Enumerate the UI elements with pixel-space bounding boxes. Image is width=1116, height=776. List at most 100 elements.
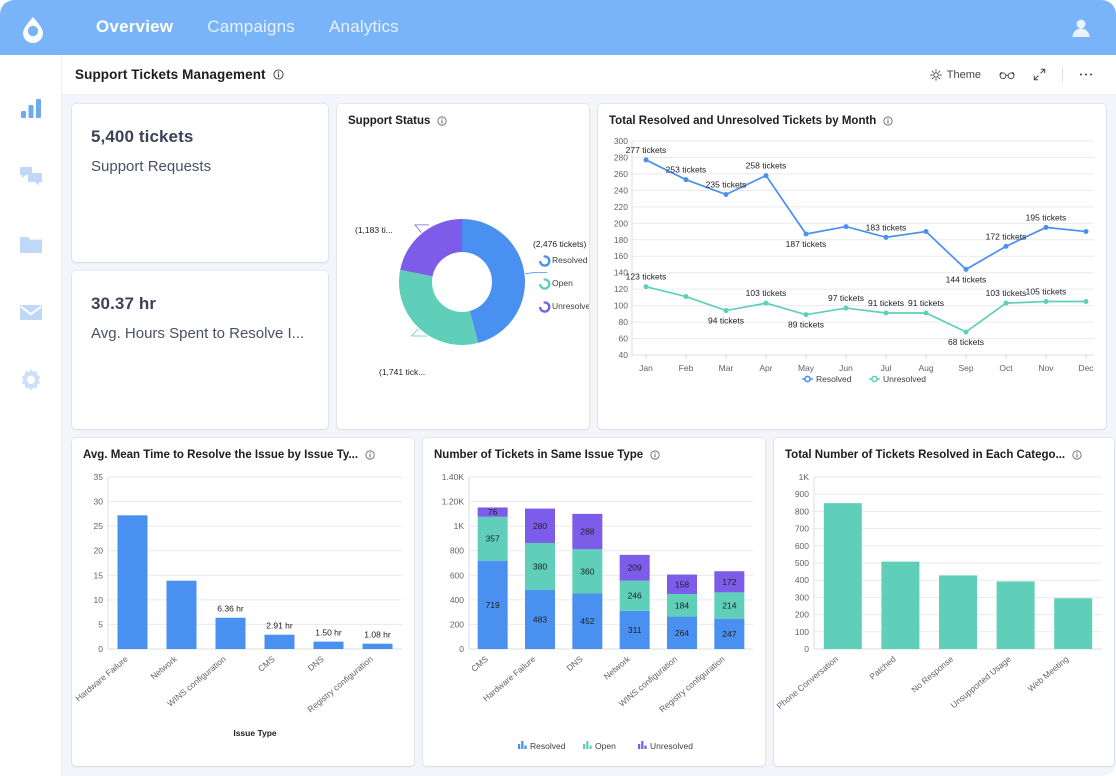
resolved-category-bar-chart[interactable]: 0 100 200 300 400 500 600 700 800 900 1K Phone Conv… bbox=[774, 461, 1114, 761]
data-point[interactable] bbox=[883, 310, 889, 316]
data-point[interactable] bbox=[1083, 299, 1089, 304]
chart-info-icon[interactable] bbox=[437, 116, 448, 126]
data-point[interactable] bbox=[1003, 300, 1009, 306]
chart-info-icon[interactable] bbox=[650, 450, 660, 460]
donut-slice-unresolved[interactable] bbox=[400, 219, 462, 277]
more-options-icon bbox=[1079, 73, 1093, 76]
bar[interactable] bbox=[1054, 598, 1093, 649]
y-tick-label: 600 bbox=[450, 570, 464, 580]
sidebar-item-messages[interactable] bbox=[16, 161, 46, 191]
bar[interactable] bbox=[264, 634, 295, 649]
y-tick-label: 700 bbox=[795, 524, 809, 534]
more-options-button[interactable] bbox=[1070, 68, 1102, 81]
data-point[interactable] bbox=[883, 234, 889, 240]
bar[interactable] bbox=[117, 515, 148, 649]
data-point[interactable] bbox=[1003, 243, 1009, 249]
mean-time-bar-chart[interactable]: 0 5 10 15 20 25 30 35 Hardware Failure Network 6.3… bbox=[72, 461, 414, 761]
theme-button[interactable]: Theme bbox=[921, 65, 990, 85]
title-info-icon[interactable] bbox=[273, 69, 284, 80]
app-logo[interactable] bbox=[0, 13, 66, 43]
bar[interactable] bbox=[823, 503, 862, 649]
y-tick-label: 160 bbox=[614, 251, 628, 261]
tab-campaigns[interactable]: Campaigns bbox=[207, 17, 295, 39]
data-label: 719 bbox=[486, 600, 500, 610]
y-tick-label: 60 bbox=[619, 334, 629, 344]
support-status-donut[interactable]: (2,476 tickets) (46%) (1,741 tick... (1,18… bbox=[337, 127, 612, 417]
stacked-legend-item[interactable]: Resolved bbox=[518, 741, 566, 751]
data-point[interactable] bbox=[803, 312, 809, 318]
data-point[interactable] bbox=[763, 300, 769, 306]
data-point[interactable] bbox=[1043, 224, 1049, 230]
y-tick-label: 1K bbox=[454, 521, 465, 531]
data-label: 311 bbox=[628, 625, 642, 635]
chart-info-icon[interactable] bbox=[1072, 450, 1082, 460]
bar[interactable] bbox=[166, 580, 197, 649]
chart-title-text: Total Resolved and Unresolved Tickets by… bbox=[609, 115, 877, 127]
chart-title: Total Resolved and Unresolved Tickets by… bbox=[598, 104, 1106, 127]
x-tick-label: Jun bbox=[839, 363, 853, 373]
x-tick-label: CMS bbox=[256, 654, 277, 674]
user-avatar[interactable] bbox=[1068, 15, 1094, 41]
line-series-resolved[interactable] bbox=[645, 159, 1087, 271]
stacked-legend-item[interactable]: Unresolved bbox=[638, 741, 693, 751]
data-point[interactable] bbox=[843, 305, 849, 311]
data-point[interactable] bbox=[1083, 229, 1089, 235]
bar[interactable] bbox=[215, 617, 246, 649]
data-point[interactable] bbox=[963, 329, 969, 335]
bar[interactable] bbox=[996, 581, 1035, 649]
kpi-card-avg-hours: 30.37 hr Avg. Hours Spent to Resolve I..… bbox=[72, 271, 328, 429]
y-tick-label: 1.20K bbox=[442, 497, 465, 507]
chat-bubbles-icon bbox=[19, 167, 42, 186]
chart-info-icon[interactable] bbox=[365, 450, 375, 460]
donut-legend-item[interactable]: Open bbox=[539, 278, 573, 290]
monthly-tickets-line-chart[interactable]: 406080100120140160180200220240260280300J… bbox=[598, 127, 1106, 419]
y-tick-label: 1K bbox=[799, 472, 810, 482]
chart-info-icon[interactable] bbox=[883, 116, 893, 126]
data-point[interactable] bbox=[723, 308, 729, 314]
sidebar-item-mail[interactable] bbox=[16, 297, 46, 327]
data-label: 6.36 hr bbox=[217, 604, 244, 614]
sidebar-item-files[interactable] bbox=[16, 229, 46, 259]
data-point[interactable] bbox=[683, 177, 689, 183]
data-label: 264 bbox=[675, 628, 689, 638]
sidebar-item-analytics[interactable] bbox=[16, 93, 46, 123]
kpi-value: 30.37 hr bbox=[91, 294, 157, 313]
y-tick-label: 100 bbox=[614, 301, 628, 311]
x-tick-label: May bbox=[798, 363, 815, 373]
tab-analytics[interactable]: Analytics bbox=[329, 17, 399, 39]
donut-legend-item[interactable]: Unresolved bbox=[539, 301, 595, 313]
expand-button[interactable] bbox=[1024, 64, 1055, 85]
bar[interactable] bbox=[362, 643, 393, 649]
donut-legend-item[interactable]: Resolved bbox=[539, 255, 588, 267]
data-point[interactable] bbox=[843, 224, 849, 230]
line-legend-item[interactable]: Unresolved bbox=[869, 374, 926, 384]
data-point[interactable] bbox=[923, 229, 929, 235]
y-tick-label: 80 bbox=[619, 317, 629, 327]
y-tick-label: 800 bbox=[450, 546, 464, 556]
stacked-legend-item[interactable]: Open bbox=[583, 741, 616, 751]
data-point[interactable] bbox=[643, 157, 649, 163]
stacked-legend-label: Unresolved bbox=[650, 741, 693, 751]
data-point[interactable] bbox=[923, 310, 929, 316]
data-point[interactable] bbox=[1043, 299, 1049, 304]
data-point[interactable] bbox=[763, 173, 769, 179]
line-legend-item[interactable]: Resolved bbox=[802, 374, 852, 384]
data-point[interactable] bbox=[963, 266, 969, 272]
tickets-stacked-bar-chart[interactable]: 0 200 400 600 800 1K 1.20K 1.40K 719 357 76 CMS 483 3… bbox=[423, 461, 765, 761]
data-point[interactable] bbox=[683, 294, 689, 300]
data-point[interactable] bbox=[643, 284, 649, 290]
data-point[interactable] bbox=[803, 231, 809, 237]
donut-slice-open[interactable] bbox=[399, 269, 479, 345]
bar[interactable] bbox=[881, 561, 920, 649]
x-tick-label: Jan bbox=[639, 363, 653, 373]
bar[interactable] bbox=[939, 575, 977, 649]
tab-overview[interactable]: Overview bbox=[96, 17, 173, 39]
data-label: 209 bbox=[628, 563, 642, 573]
bar[interactable] bbox=[313, 641, 344, 649]
y-tick-label: 260 bbox=[614, 169, 628, 179]
data-point[interactable] bbox=[723, 192, 729, 197]
data-label: 103 tickets bbox=[746, 288, 787, 298]
sidebar-item-settings[interactable] bbox=[16, 365, 46, 395]
view-mode-button[interactable] bbox=[990, 65, 1024, 85]
stacked-legend-label: Open bbox=[595, 741, 616, 751]
